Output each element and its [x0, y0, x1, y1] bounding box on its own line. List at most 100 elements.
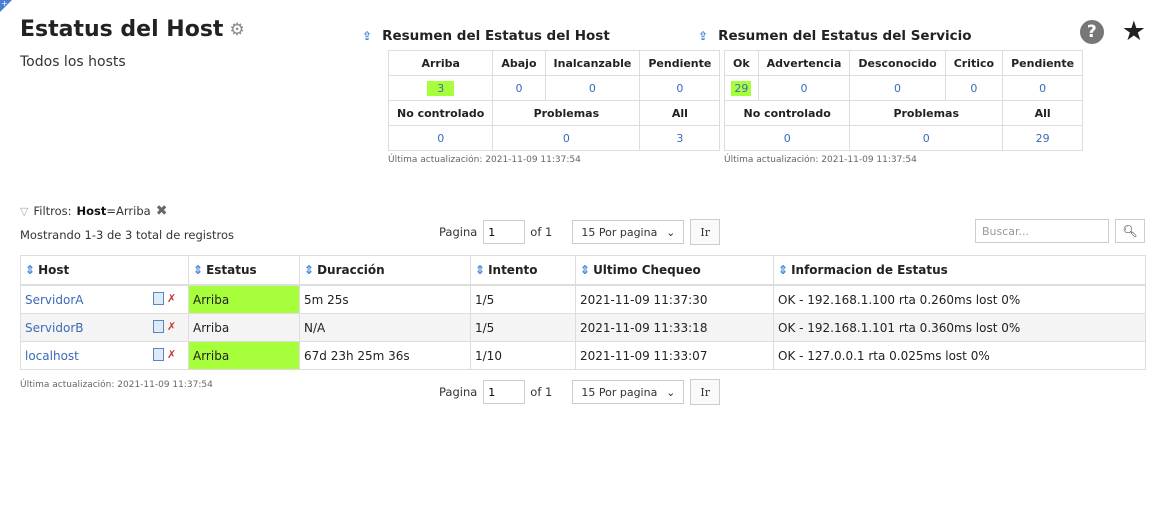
table-row: ServidorB ✗ Arriba N/A 1/5 2021-11-09 11…	[20, 313, 1146, 342]
service-count-unknown[interactable]: 0	[849, 75, 946, 101]
status-info-cell: OK - 127.0.0.1 rta 0.025ms lost 0%	[773, 341, 1146, 370]
page-title: Estatus del Host ⚙	[20, 17, 245, 42]
sort-icon[interactable]: ⇕	[580, 263, 590, 277]
service-count-unhandled[interactable]: 0	[723, 125, 851, 151]
service-count-problems[interactable]: 0	[849, 125, 1004, 151]
search-button[interactable]: 🔍︎	[1115, 219, 1145, 243]
column-header-status-info[interactable]: ⇕ Informacion de Estatus	[773, 255, 1146, 286]
filter-bar: ▽ Filtros: Host=Arriba ✖	[20, 203, 167, 219]
host-count-down[interactable]: 0	[492, 75, 546, 101]
sort-icon[interactable]: ⇕	[304, 263, 314, 277]
service-summary-title: ⇪ Resumen del Estatus del Servicio	[698, 28, 1083, 44]
table-row: localhost ✗ Arriba 67d 23h 25m 36s 1/10 …	[20, 341, 1146, 370]
service-summary-header: Pendiente	[1002, 50, 1084, 76]
column-header-attempt[interactable]: ⇕ Intento	[470, 255, 576, 286]
pin-icon[interactable]: ⇪	[698, 29, 708, 43]
service-count-ok[interactable]: 29	[724, 75, 759, 101]
service-count-all[interactable]: 29	[1002, 125, 1084, 151]
sort-icon[interactable]: ⇕	[193, 263, 203, 277]
host-summary: ⇪ Resumen del Estatus del Host Arriba Ab…	[362, 28, 721, 165]
go-button[interactable]: Ir	[690, 379, 720, 405]
host-cell: ServidorB ✗	[20, 313, 189, 342]
last-check-cell: 2021-11-09 11:33:07	[575, 341, 774, 370]
service-summary-header: Ok	[724, 50, 759, 76]
pin-icon[interactable]: ⇪	[362, 29, 372, 43]
host-count-up-value[interactable]: 3	[427, 80, 455, 96]
host-summary-title: ⇪ Resumen del Estatus del Host	[362, 28, 720, 44]
host-link[interactable]: localhost	[25, 349, 79, 363]
duration-cell: 67d 23h 25m 36s	[299, 341, 471, 370]
table-updated: Última actualización: 2021-11-09 11:37:5…	[20, 380, 213, 390]
sort-icon[interactable]: ⇕	[778, 263, 788, 277]
service-summary-header: Advertencia	[757, 50, 851, 76]
column-header-host[interactable]: ⇕ Host	[20, 255, 189, 286]
help-icon[interactable]: ?	[1079, 20, 1104, 44]
host-summary-header: No controlado	[387, 100, 494, 126]
status-detail-icon[interactable]	[153, 348, 164, 361]
star-icon[interactable]: ★	[1122, 18, 1146, 45]
status-detail-icon[interactable]	[153, 320, 164, 333]
status-info-cell: OK - 192.168.1.100 rta 0.260ms lost 0%	[773, 284, 1146, 314]
duration-cell: 5m 25s	[299, 284, 471, 314]
filter-value: =Arriba	[106, 204, 151, 218]
page-title-text: Estatus del Host	[20, 17, 224, 42]
host-count-unreachable[interactable]: 0	[544, 75, 641, 101]
host-count-up[interactable]: 3	[387, 75, 494, 101]
page-input[interactable]	[483, 220, 526, 244]
service-summary-header: Critico	[944, 50, 1004, 76]
host-link[interactable]: ServidorB	[25, 321, 84, 335]
host-summary-header: Arriba	[387, 50, 494, 76]
graph-icon[interactable]: ✗	[167, 292, 184, 305]
host-summary-header: Abajo	[492, 50, 546, 76]
service-count-pending[interactable]: 0	[1002, 75, 1084, 101]
graph-icon[interactable]: ✗	[167, 348, 184, 361]
host-summary-table: Arriba Abajo Inalcanzable Pendiente 3 0 …	[387, 50, 721, 151]
search-icon: 🔍︎	[1122, 224, 1138, 238]
remove-filter-icon[interactable]: ✖	[156, 203, 168, 219]
sort-icon[interactable]: ⇕	[475, 263, 485, 277]
service-summary-header: Problemas	[849, 100, 1004, 126]
host-cell: localhost ✗	[20, 341, 189, 370]
table-header-row: ⇕ Host ⇕ Estatus ⇕ Duracción ⇕ Intento ⇕ Ulti…	[20, 255, 1146, 286]
column-header-status[interactable]: ⇕ Estatus	[188, 255, 300, 286]
host-count-unhandled[interactable]: 0	[387, 125, 494, 151]
graph-icon[interactable]: ✗	[167, 320, 184, 333]
last-check-cell: 2021-11-09 11:37:30	[575, 284, 774, 314]
attempt-cell: 1/10	[470, 341, 576, 370]
host-summary-updated: Última actualización: 2021-11-09 11:37:5…	[388, 155, 581, 165]
filter-label: Filtros:	[33, 204, 72, 218]
service-summary-updated: Última actualización: 2021-11-09 11:37:5…	[724, 155, 917, 165]
pager-top: Pagina of 1 15 Por pagina ⌄ Ir	[439, 219, 720, 245]
per-page-select[interactable]: 15 Por pagina ⌄	[572, 380, 685, 404]
sort-icon[interactable]: ⇕	[25, 263, 35, 277]
search-box: Buscar... 🔍︎	[975, 219, 1145, 243]
chevron-down-icon: ⌄	[666, 225, 676, 239]
gear-icon[interactable]: ⚙	[229, 20, 244, 40]
status-cell: Arriba	[188, 313, 300, 342]
pager-of: of 1	[530, 385, 553, 399]
status-cell: Arriba	[188, 284, 300, 314]
status-info-cell: OK - 192.168.1.101 rta 0.360ms lost 0%	[773, 313, 1146, 342]
table-row: ServidorA ✗ Arriba 5m 25s 1/5 2021-11-09…	[20, 284, 1146, 314]
per-page-value: 15 Por pagina	[581, 385, 658, 399]
column-header-duration[interactable]: ⇕ Duracción	[299, 255, 471, 286]
service-count-ok-value[interactable]: 29	[731, 80, 752, 96]
host-link[interactable]: ServidorA	[25, 293, 83, 307]
search-input[interactable]: Buscar...	[975, 219, 1109, 243]
status-detail-icon[interactable]	[153, 292, 164, 305]
service-count-critical[interactable]: 0	[944, 75, 1004, 101]
service-summary-title-text: Resumen del Estatus del Servicio	[718, 28, 972, 44]
top-icons: ? ★	[1079, 18, 1146, 45]
per-page-select[interactable]: 15 Por pagina ⌄	[572, 220, 685, 244]
pager-of: of 1	[530, 225, 553, 239]
host-summary-header: Problemas	[492, 100, 641, 126]
host-count-problems[interactable]: 0	[492, 125, 641, 151]
chevron-down-icon: ⌄	[666, 385, 676, 399]
page-input[interactable]	[483, 380, 526, 404]
go-button[interactable]: Ir	[690, 219, 720, 245]
service-summary-table: Ok Advertencia Desconocido Critico Pendi…	[723, 50, 1084, 151]
host-cell: ServidorA ✗	[20, 284, 189, 314]
service-count-warning[interactable]: 0	[757, 75, 851, 101]
pager-bottom: Pagina of 1 15 Por pagina ⌄ Ir	[439, 379, 720, 405]
column-header-last-check[interactable]: ⇕ Ultimo Chequeo	[575, 255, 774, 286]
